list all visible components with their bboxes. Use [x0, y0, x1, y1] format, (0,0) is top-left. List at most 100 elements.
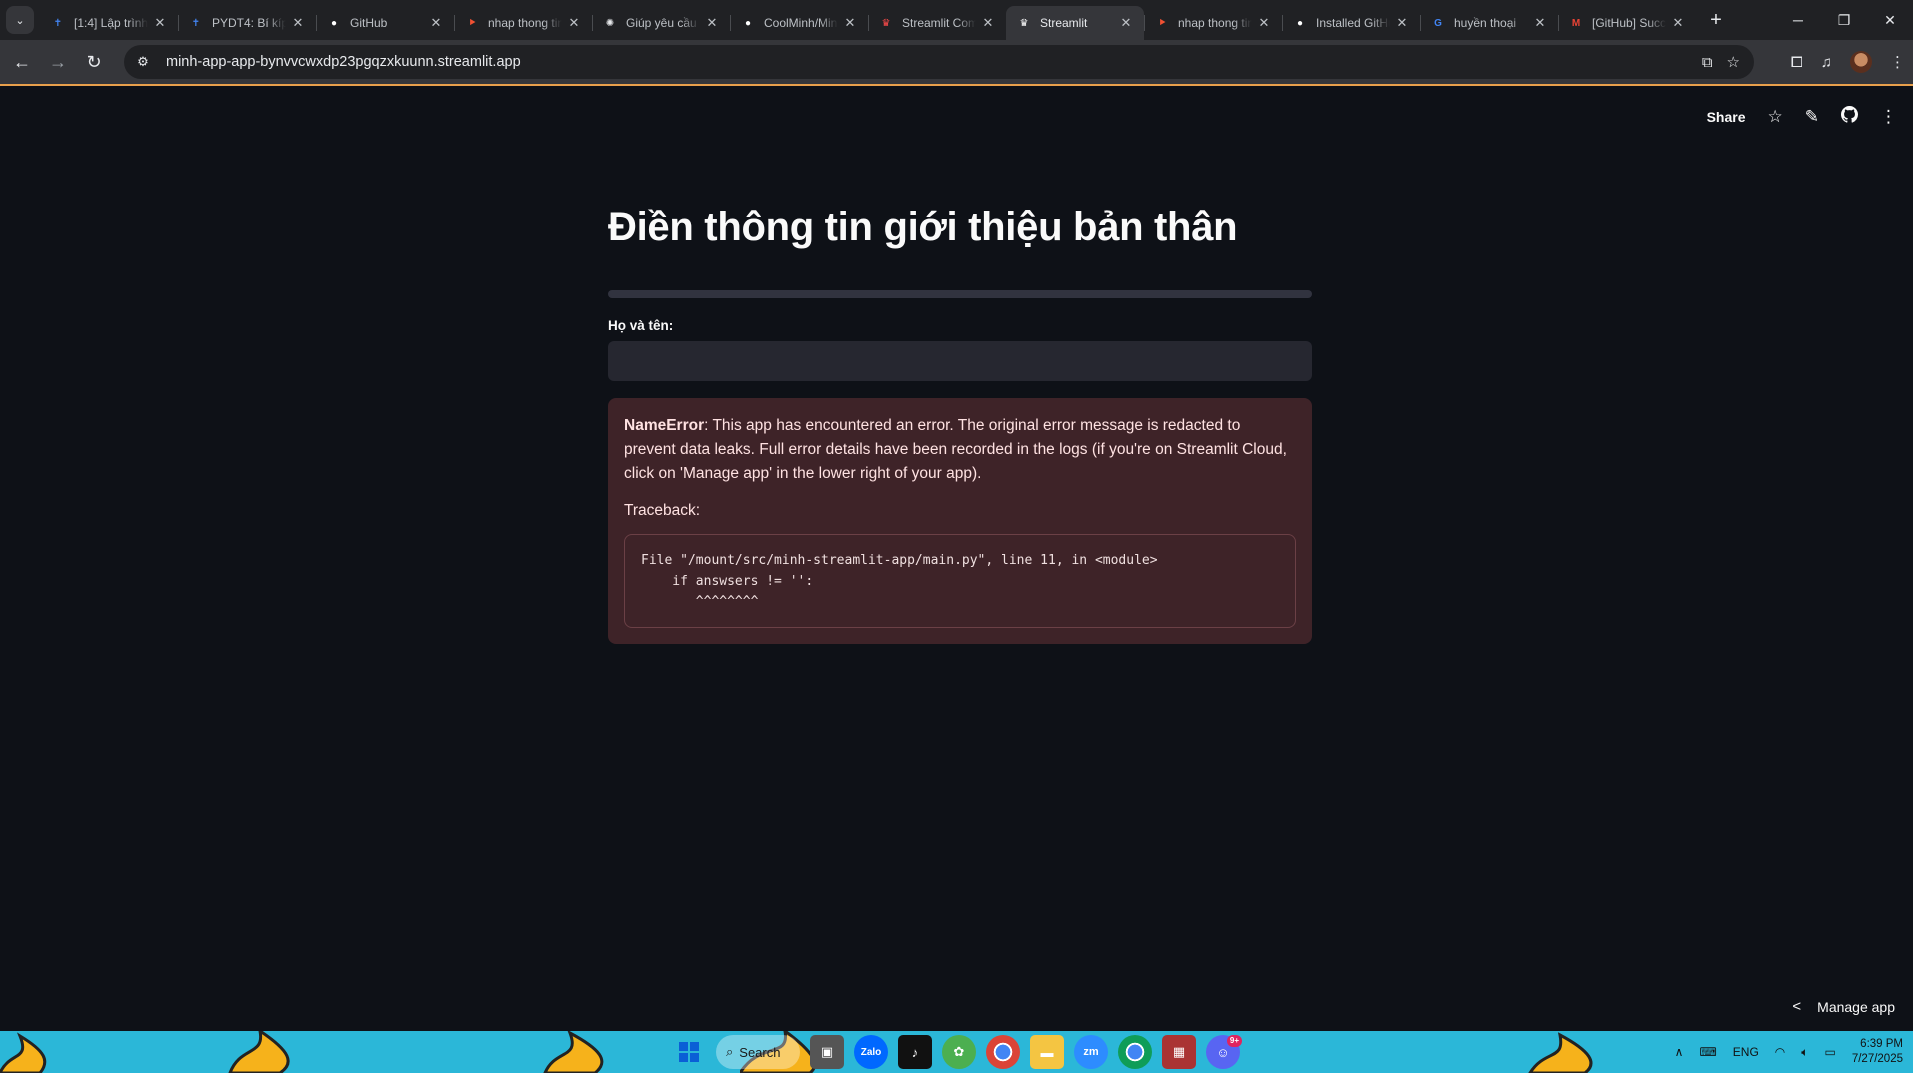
task-view-icon[interactable]: ▣ [810, 1035, 844, 1069]
tab-title: huyền thoại [1454, 16, 1517, 30]
browser-tab[interactable]: ✝ [1:4] Lập trình ✕ [40, 6, 178, 40]
streamlit-icon: ♛ [1019, 17, 1029, 29]
minimize-button[interactable]: ─ [1775, 0, 1821, 40]
browser-tab[interactable]: Ghuyền thoại ✕ [1420, 6, 1558, 40]
error-text: : This app has encountered an error. The… [624, 417, 1287, 482]
tab-search-button[interactable]: ⌄ [6, 6, 34, 34]
browser-tab[interactable]: ⯈ nhap thong tin ✕ [454, 6, 592, 40]
close-tab-icon[interactable]: ✕ [290, 15, 306, 31]
browser-tab[interactable]: ✝ PYDT4: Bí kíp ✕ [178, 6, 316, 40]
close-tab-icon[interactable]: ✕ [152, 15, 168, 31]
language-indicator[interactable]: ENG [1733, 1045, 1759, 1059]
clock[interactable]: 6:39 PM 7/27/2025 [1852, 1037, 1903, 1067]
edit-pencil-icon[interactable]: ✎ [1805, 107, 1819, 127]
clock-date: 7/27/2025 [1851, 1053, 1903, 1065]
browser-tab[interactable]: ✺ Giúp yêu cầu ✕ [592, 6, 730, 40]
extensions-icon[interactable]: ⧠ [1791, 54, 1803, 71]
close-tab-icon[interactable]: ✕ [1532, 15, 1548, 31]
close-tab-icon[interactable]: ✕ [1670, 15, 1686, 31]
profile-avatar[interactable] [1850, 51, 1872, 73]
reload-button[interactable]: ↻ [76, 44, 112, 80]
tab-title: Streamlit Community [902, 16, 976, 30]
volume-icon[interactable]: 🔈︎ [1801, 1045, 1808, 1060]
close-tab-icon[interactable]: ✕ [704, 15, 720, 31]
manage-app-button[interactable]: < Manage app [1792, 998, 1895, 1015]
traceback-label: Traceback: [624, 502, 701, 519]
chevron-up-icon[interactable]: ∧ [1675, 1045, 1684, 1059]
browser-tab-bar: ⌄ ✝ [1:4] Lập trình ✕ ✝ PYDT4: Bí kíp ✕ ● GitHu… [0, 0, 1913, 40]
keyboard-icon[interactable]: ⌨ [1699, 1045, 1716, 1059]
close-tab-icon[interactable]: ✕ [428, 15, 444, 31]
tab-title: nhap thong tin [488, 16, 562, 30]
window-controls: ─ ❐ ✕ [1775, 0, 1913, 40]
star-icon[interactable]: ☆ [1768, 107, 1783, 127]
close-tab-icon[interactable]: ✕ [566, 15, 582, 31]
close-window-button[interactable]: ✕ [1867, 0, 1913, 40]
discord-icon[interactable]: ☺ 9+ [1206, 1035, 1242, 1069]
back-button[interactable]: ← [4, 44, 40, 80]
tab-title: CoolMinh/Minh [764, 16, 838, 30]
flame-wallpaper-decoration [543, 1031, 604, 1073]
flame-wallpaper-decoration [0, 1032, 47, 1073]
battery-icon[interactable]: ▭ [1824, 1045, 1835, 1059]
flame-wallpaper-decoration [1528, 1032, 1593, 1073]
app-header: Share ☆ ✎ ⋮ [1707, 104, 1897, 130]
notification-badge: 9+ [1226, 1035, 1242, 1047]
new-tab-button[interactable]: + [1702, 9, 1730, 32]
green-app-icon[interactable]: ✿ [942, 1035, 976, 1069]
github-icon: ● [744, 17, 752, 29]
tab-title: GitHub [350, 16, 388, 30]
browser-tab[interactable]: ♛ Streamlit ✕ [1006, 6, 1144, 40]
media-controls-icon[interactable]: ♫ [1821, 54, 1832, 71]
site-info-icon[interactable]: ⚙ [132, 54, 154, 70]
clock-time: 6:39 PM [1860, 1038, 1903, 1050]
close-tab-icon[interactable]: ✕ [842, 15, 858, 31]
close-tab-icon[interactable]: ✕ [980, 15, 996, 31]
close-tab-icon[interactable]: ✕ [1256, 15, 1272, 31]
chrome-icon[interactable] [1118, 1035, 1152, 1069]
name-input[interactable] [608, 341, 1312, 381]
taskbar-apps: ⌕ Search ▣ Zalo ♪ ✿ ▬ zm ▦ ☺ 9+ [672, 1035, 1242, 1069]
address-bar[interactable]: ⚙ minh-app-app-bynvvcwxdp23pgqzxkuunn.st… [124, 45, 1754, 79]
traceback-code: File "/mount/src/minh-streamlit-app/main… [624, 534, 1296, 628]
browser-tab[interactable]: ● GitHub ✕ [316, 6, 454, 40]
browser-tab[interactable]: ● Installed GitHub ✕ [1282, 6, 1420, 40]
share-button[interactable]: Share [1707, 109, 1746, 125]
file-explorer-icon[interactable]: ▬ [1030, 1035, 1064, 1069]
tab-title: Streamlit [1040, 16, 1088, 30]
browser-tab[interactable]: ♛ Streamlit Community ✕ [868, 6, 1006, 40]
browser-tab[interactable]: ● CoolMinh/Minh ✕ [730, 6, 868, 40]
url-text[interactable]: minh-app-app-bynvvcwxdp23pgqzxkuunn.stre… [166, 54, 521, 70]
app-menu-icon[interactable]: ⋮ [1880, 107, 1897, 127]
forward-button[interactable]: → [40, 44, 76, 80]
wifi-icon[interactable]: ◠ [1775, 1045, 1785, 1059]
gmail-icon: M [1571, 17, 1581, 29]
error-alert: NameError: This app has encountered an e… [608, 398, 1312, 644]
browser-tab[interactable]: ⯈ nhap thong tin ✕ [1144, 6, 1282, 40]
install-app-icon[interactable]: ⧉ [1702, 54, 1713, 71]
chrome-icon[interactable] [986, 1035, 1020, 1069]
chevron-left-icon: < [1792, 998, 1802, 1015]
tab-strip: ✝ [1:4] Lập trình ✕ ✝ PYDT4: Bí kíp ✕ ● GitHub ✕… [40, 0, 1696, 40]
close-tab-icon[interactable]: ✕ [1118, 15, 1134, 31]
error-message: NameError: This app has encountered an e… [624, 414, 1296, 486]
restore-button[interactable]: ❐ [1821, 0, 1867, 40]
tiktok-icon[interactable]: ♪ [898, 1035, 932, 1069]
github-icon[interactable] [1841, 106, 1858, 128]
zalo-icon[interactable]: Zalo [854, 1035, 888, 1069]
taskbar-search[interactable]: ⌕ Search [716, 1035, 800, 1069]
browser-menu-icon[interactable]: ⋮ [1890, 53, 1905, 71]
zoom-icon[interactable]: zm [1074, 1035, 1108, 1069]
streamlit-icon: ♛ [881, 17, 891, 29]
git-orange-icon: ⯈ [468, 17, 476, 29]
close-tab-icon[interactable]: ✕ [1394, 15, 1410, 31]
tab-title: [GitHub] Success [1592, 16, 1666, 30]
tab-title: PYDT4: Bí kíp [212, 16, 286, 30]
active-app-icon[interactable]: ▦ [1162, 1035, 1196, 1069]
error-type: NameError [624, 417, 705, 434]
browser-tab[interactable]: M [GitHub] Success ✕ [1558, 6, 1696, 40]
google-icon: G [1434, 17, 1442, 29]
tab-title: nhap thong tin [1178, 16, 1252, 30]
bookmark-star-icon[interactable]: ☆ [1727, 53, 1740, 71]
windows-start-icon[interactable] [672, 1035, 706, 1069]
